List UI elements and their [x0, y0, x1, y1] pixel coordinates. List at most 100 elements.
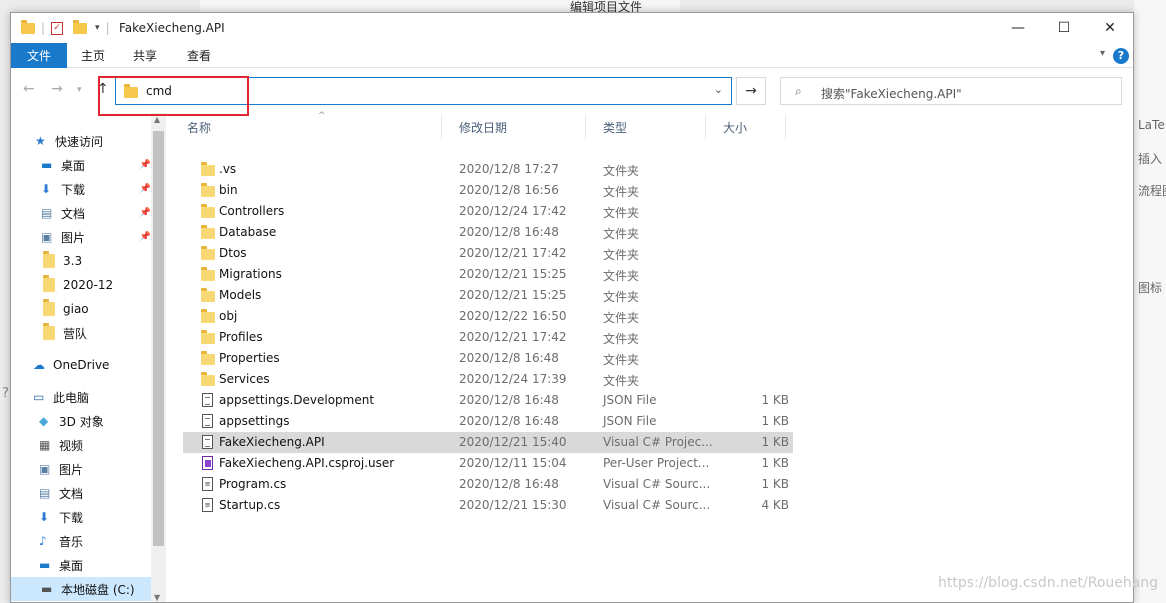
pin-icon[interactable]: 📌: [140, 184, 151, 194]
column-divider[interactable]: [705, 115, 706, 139]
column-divider[interactable]: [785, 115, 786, 139]
file-name: bin: [219, 183, 238, 197]
file-row[interactable]: Profiles 2020/12/21 17:42 文件夹: [183, 327, 793, 348]
tab-home[interactable]: 主页: [73, 43, 113, 68]
file-row[interactable]: ≡ Startup.cs 2020/12/21 15:30 Visual C# Sou…: [183, 495, 793, 516]
tab-share[interactable]: 共享: [125, 43, 165, 68]
column-label: 类型: [603, 120, 628, 135]
file-row[interactable]: obj 2020/12/22 16:50 文件夹: [183, 306, 793, 327]
nav-item[interactable]: 2020-12: [11, 273, 151, 297]
computer-icon: ▭: [33, 390, 45, 404]
file-date: 2020/12/21 17:42: [459, 330, 567, 344]
file-row[interactable]: appsettings 2020/12/8 16:48 JSON File 1 KB: [183, 411, 793, 432]
file-name: Controllers: [219, 204, 285, 218]
nav-item[interactable]: ⬇ 下载: [11, 505, 151, 529]
file-row[interactable]: Properties 2020/12/8 16:48 文件夹: [183, 348, 793, 369]
nav-item-label: 3.3: [63, 254, 83, 268]
nav-item-label: 营队: [63, 326, 88, 341]
file-row[interactable]: ≡ Program.cs 2020/12/8 16:48 Visual C# Sour…: [183, 474, 793, 495]
column-divider[interactable]: [585, 115, 586, 139]
chevron-down-icon[interactable]: ▾: [1100, 48, 1105, 59]
nav-item[interactable]: ▬ 桌面: [11, 553, 151, 577]
nav-item[interactable]: ▭ 此电脑: [11, 385, 151, 409]
file-name: Migrations: [219, 267, 282, 281]
file-size: 1 KB: [761, 456, 789, 470]
file-row[interactable]: FakeXiecheng.API.csproj.user 2020/12/11 1…: [183, 453, 793, 474]
folder-icon: [201, 267, 215, 281]
tab-file[interactable]: 文件: [11, 43, 67, 68]
file-type: 文件夹: [603, 206, 640, 220]
nav-scrollbar[interactable]: ▲ ▼: [151, 113, 166, 602]
nav-item[interactable]: ▦ 视频: [11, 433, 151, 457]
nav-item[interactable]: ▣ 图片 📌: [11, 225, 151, 249]
help-icon[interactable]: ?: [1113, 48, 1129, 64]
scroll-thumb[interactable]: [153, 131, 164, 546]
watermark-text: https://blog.csdn.net/Rouehang: [938, 575, 1159, 591]
file-row[interactable]: bin 2020/12/8 16:56 文件夹: [183, 180, 793, 201]
properties-icon[interactable]: ✓: [51, 21, 64, 35]
nav-item[interactable]: giao: [11, 297, 151, 321]
column-header-type[interactable]: 类型: [603, 113, 627, 141]
close-button[interactable]: ✕: [1087, 13, 1133, 43]
chevron-down-icon[interactable]: ⌄: [714, 83, 723, 96]
nav-item[interactable]: ★ 快速访问: [11, 129, 151, 153]
quick-access-toolbar: | ✓ ▾ |: [21, 19, 110, 36]
csharp-file-icon: ≡: [202, 498, 213, 512]
nav-item-label: 本地磁盘 (C:): [61, 582, 135, 597]
file-row[interactable]: Services 2020/12/24 17:39 文件夹: [183, 369, 793, 390]
pin-icon[interactable]: 📌: [140, 208, 151, 218]
recent-locations-icon[interactable]: ▾: [77, 85, 82, 95]
back-arrow-icon[interactable]: ←: [23, 81, 35, 97]
go-button[interactable]: →: [736, 77, 766, 105]
file-row[interactable]: Models 2020/12/21 15:25 文件夹: [183, 285, 793, 306]
column-divider[interactable]: [441, 115, 442, 139]
file-name: obj: [219, 309, 238, 323]
chevron-down-icon[interactable]: ▾: [95, 23, 100, 33]
nav-item[interactable]: ♪ 音乐: [11, 529, 151, 553]
file-row[interactable]: FakeXiecheng.API 2020/12/21 15:40 Visual C…: [183, 432, 793, 453]
file-list: 名称 ^ 修改日期 类型 大小 .vs 2020/12/8 17:27 文件夹 bin…: [183, 111, 1133, 602]
forward-arrow-icon[interactable]: →: [51, 81, 63, 97]
nav-item[interactable]: ▤ 文档 📌: [11, 201, 151, 225]
new-folder-icon[interactable]: [73, 19, 88, 34]
nav-item[interactable]: 营队: [11, 321, 151, 345]
search-box[interactable]: ⌕ 搜索"FakeXiecheng.API": [780, 77, 1122, 105]
nav-item[interactable]: ▤ 文档: [11, 481, 151, 505]
nav-item[interactable]: ▬ 桌面 📌: [11, 153, 151, 177]
file-row[interactable]: Dtos 2020/12/21 17:42 文件夹: [183, 243, 793, 264]
csharp-file-icon: ≡: [202, 477, 213, 491]
file-name: appsettings: [219, 414, 290, 428]
file-row[interactable]: Controllers 2020/12/24 17:42 文件夹: [183, 201, 793, 222]
file-row[interactable]: Database 2020/12/8 16:48 文件夹: [183, 222, 793, 243]
folder-icon: [201, 246, 215, 260]
folder-icon: [201, 351, 215, 365]
minimize-button[interactable]: —: [995, 13, 1041, 43]
pin-icon[interactable]: 📌: [140, 160, 151, 170]
file-row[interactable]: Migrations 2020/12/21 15:25 文件夹: [183, 264, 793, 285]
column-header-size[interactable]: 大小: [723, 113, 747, 141]
file-row[interactable]: appsettings.Development 2020/12/8 16:48 JS…: [183, 390, 793, 411]
search-placeholder: 搜索"FakeXiecheng.API": [821, 87, 962, 101]
search-icon: ⌕: [795, 84, 802, 98]
column-header-name[interactable]: 名称: [187, 113, 211, 141]
nav-item[interactable]: ▣ 图片: [11, 457, 151, 481]
file-row[interactable]: .vs 2020/12/8 17:27 文件夹: [183, 159, 793, 180]
scroll-up-icon[interactable]: ▲: [154, 115, 160, 124]
folder-icon: [201, 372, 215, 386]
nav-item[interactable]: 3.3: [11, 249, 151, 273]
star-icon: ★: [35, 134, 46, 148]
nav-item[interactable]: ⬇ 下载 📌: [11, 177, 151, 201]
column-header-date[interactable]: 修改日期: [459, 113, 507, 141]
nav-item[interactable]: ☁ OneDrive: [11, 353, 151, 377]
nav-item[interactable]: ▬ 本地磁盘 (C:): [11, 577, 151, 601]
nav-item-label: 桌面: [59, 558, 84, 573]
background-sidebar-item: LaTe: [1138, 118, 1165, 132]
maximize-button[interactable]: ☐: [1041, 13, 1087, 43]
tab-view[interactable]: 查看: [179, 43, 219, 68]
nav-item-label: giao: [63, 302, 89, 316]
nav-item-label: 2020-12: [63, 278, 114, 292]
nav-item[interactable]: ◆ 3D 对象: [11, 409, 151, 433]
file-name: Dtos: [219, 246, 247, 260]
scroll-down-icon[interactable]: ▼: [154, 593, 160, 602]
pin-icon[interactable]: 📌: [140, 232, 151, 242]
